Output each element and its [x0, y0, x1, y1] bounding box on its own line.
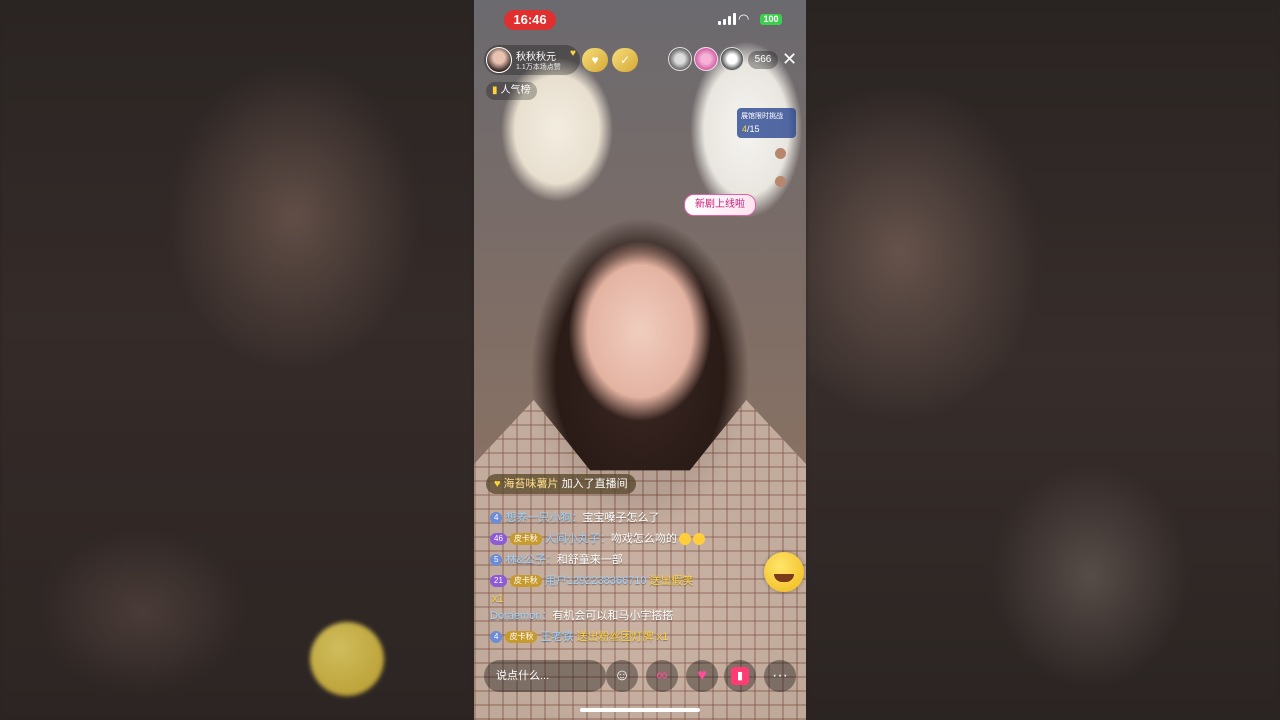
live-stream-screen: 16:46 ◠ 100 秋秋秋元 ♥ 1.1万本场点赞 ♥ ✓ 566 ✕ ▮ 人…	[474, 0, 806, 720]
chat-list: 4 想养一只小狗：宝宝嗓子怎么了 46 皮卡秋 人间小丸子：吻戏怎么吻的 5 林&公子：…	[490, 508, 760, 648]
smile-icon[interactable]: ☺	[606, 660, 638, 692]
blurred-background-left	[0, 0, 474, 720]
chat-message: 4 皮卡秋 王老铁 送出粉丝团灯牌 x1	[490, 627, 760, 648]
chat-message: 4 想养一只小狗：宝宝嗓子怎么了	[490, 508, 760, 529]
status-bar: 16:46 ◠ 100	[474, 8, 806, 32]
close-icon[interactable]: ✕	[782, 48, 797, 70]
signal-icon	[718, 13, 736, 25]
viewer-avatar[interactable]	[720, 47, 744, 71]
carousel-dot	[775, 148, 786, 159]
new-drama-banner[interactable]: 新剧上线啦	[684, 194, 756, 216]
challenge-widget[interactable]: 展馆限时挑战 4/15	[737, 108, 796, 138]
challenge-title: 展馆限时挑战	[741, 113, 783, 120]
fan-club-heart-icon[interactable]: ♥	[582, 48, 608, 72]
blurred-emoji-icon	[310, 622, 384, 696]
blurred-background-right	[806, 0, 1280, 720]
popularity-rank-button[interactable]: ▮ 人气榜	[486, 82, 537, 100]
chat-message: 21 皮卡秋 用户1292238366710 送出假笑 x1	[490, 575, 694, 605]
challenge-progress: 4/15	[742, 124, 760, 134]
gift-icon[interactable]: ▮	[724, 660, 756, 692]
bar-chart-icon: ▮	[492, 85, 498, 96]
wifi-icon: ◠	[738, 11, 750, 26]
heart-icon: ♥	[494, 478, 501, 490]
host-name: 秋秋秋元	[516, 52, 556, 63]
laughing-emoji-icon	[764, 552, 804, 592]
join-notice: ♥ 海苔味薯片 加入了直播间	[486, 474, 636, 494]
host-likes: 1.1万本场点赞	[516, 64, 561, 71]
status-time: 16:46	[504, 10, 556, 30]
chat-message: Doraemon：有机会可以和马小宇搭搭	[490, 610, 674, 622]
comment-input[interactable]: 说点什么...	[484, 660, 606, 692]
home-indicator	[580, 708, 700, 712]
battery-icon: 100	[760, 14, 782, 25]
link-icon[interactable]: ∞	[646, 660, 678, 692]
chat-message: 46 皮卡秋 人间小丸子：吻戏怎么吻的	[490, 529, 760, 550]
carousel-dot	[775, 176, 786, 187]
heart-icon[interactable]: ♥	[686, 660, 718, 692]
heart-icon: ♥	[570, 48, 576, 59]
host-info[interactable]: 秋秋秋元 ♥ 1.1万本场点赞	[484, 45, 580, 75]
viewer-avatar[interactable]	[694, 47, 718, 71]
viewer-avatar[interactable]	[668, 47, 692, 71]
follow-check-icon[interactable]: ✓	[612, 48, 638, 72]
viewer-count[interactable]: 566	[748, 51, 778, 69]
host-avatar[interactable]	[486, 47, 512, 73]
chat-message: 5 林&公子：和舒童来一部	[490, 550, 760, 571]
rank-label: 人气榜	[500, 85, 531, 96]
more-icon[interactable]: ···	[764, 660, 796, 692]
bottom-bar: 说点什么... ☺ ∞ ♥ ▮ ···	[474, 658, 806, 694]
